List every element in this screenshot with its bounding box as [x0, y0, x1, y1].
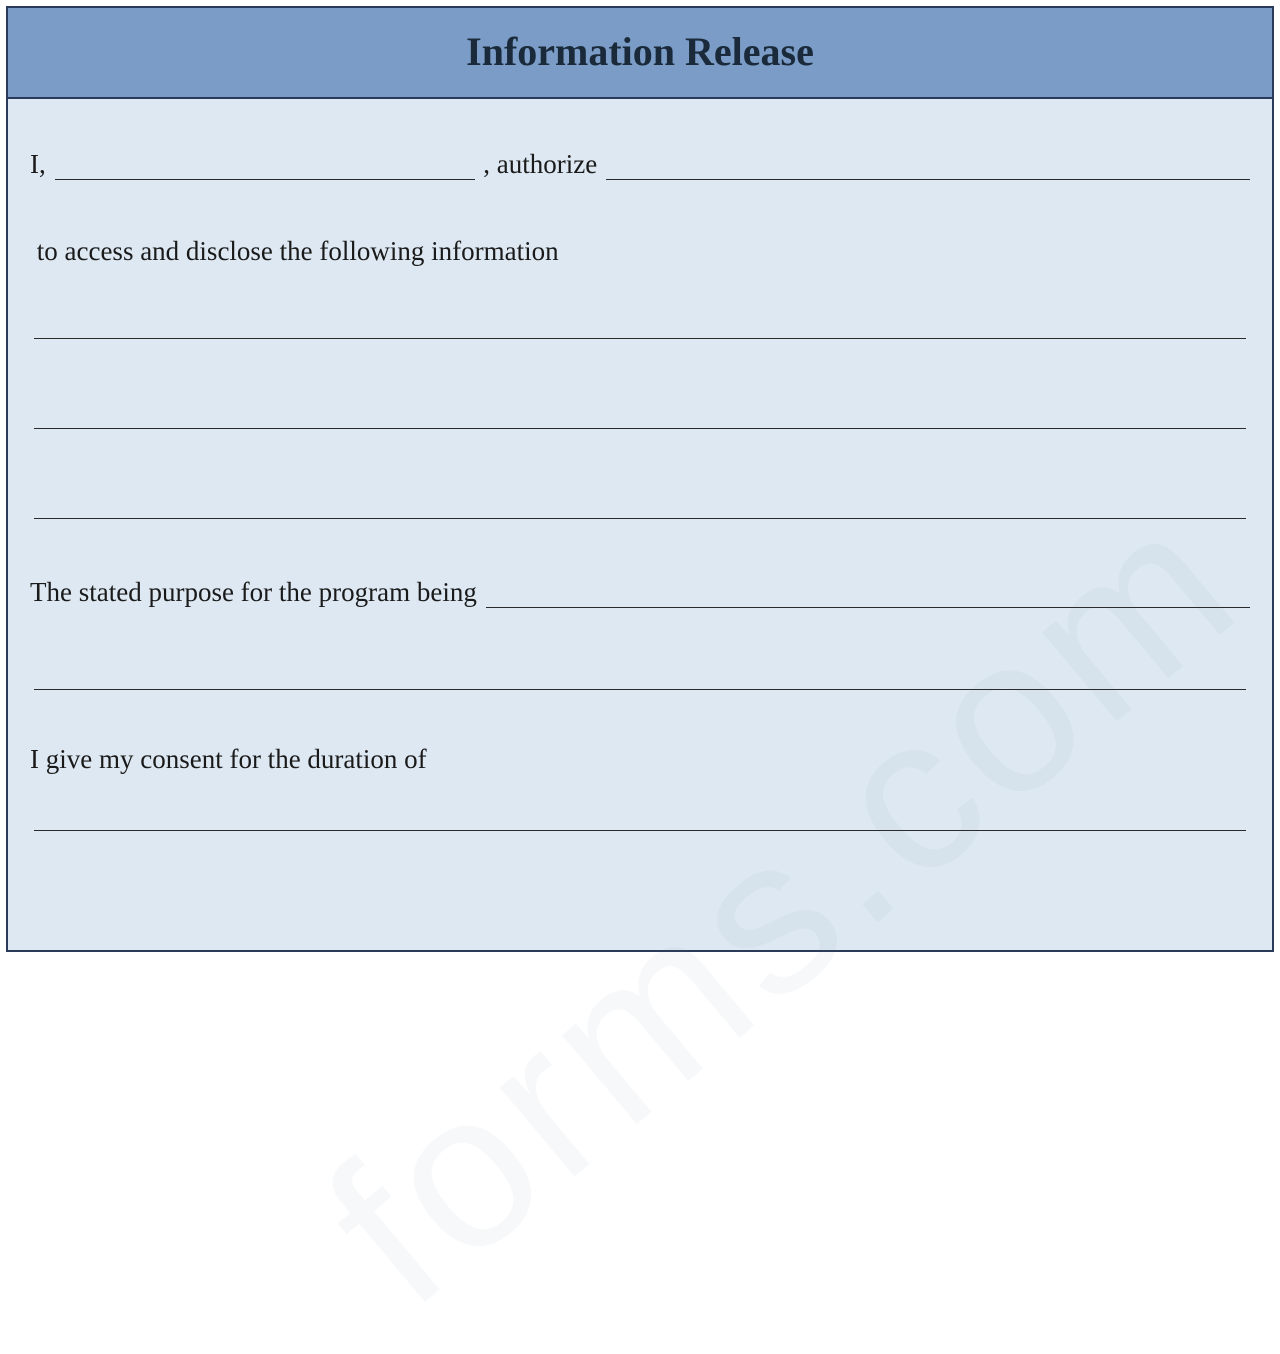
form-body: I, , authorize to access and disclose th…: [8, 99, 1272, 831]
purpose-text: The stated purpose for the program being: [30, 577, 484, 608]
purpose-line: The stated purpose for the program being: [30, 577, 1250, 608]
form-title: Information Release: [466, 29, 814, 74]
form-container: Information Release I, , authorize to ac…: [6, 6, 1274, 952]
text-authorize: , authorize: [477, 149, 604, 180]
duration-blank[interactable]: [34, 829, 1246, 831]
authorize-line: I, , authorize: [30, 149, 1250, 180]
disclose-text-span: to access and disclose the following inf…: [30, 236, 559, 266]
consent-text: I give my consent for the duration of: [30, 744, 427, 774]
form-header: Information Release: [8, 8, 1272, 99]
authorized-party-blank[interactable]: [606, 151, 1250, 180]
purpose-blank-1[interactable]: [486, 579, 1250, 608]
text-i: I,: [30, 149, 53, 180]
name-blank[interactable]: [55, 151, 475, 180]
disclose-text: to access and disclose the following inf…: [30, 236, 1250, 267]
consent-line: I give my consent for the duration of: [30, 744, 1250, 775]
